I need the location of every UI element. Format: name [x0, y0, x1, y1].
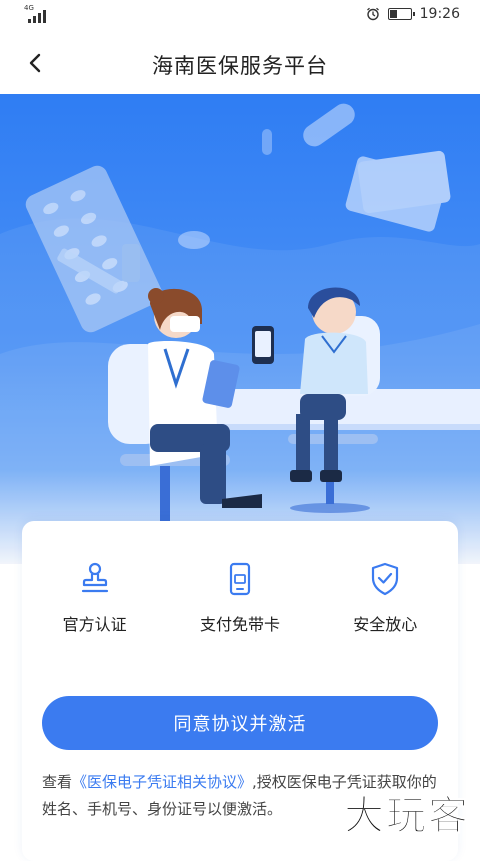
feature-secure: 安全放心: [325, 561, 445, 635]
clock-time: 19:26: [419, 6, 460, 22]
phone-card-icon: [229, 562, 251, 596]
hero-illustration: [0, 103, 480, 564]
agree-activate-button[interactable]: 同意协议并激活: [42, 696, 438, 750]
status-bar: 4G 19:26: [0, 0, 480, 32]
battery-icon: [387, 8, 415, 20]
cards-icon: [345, 150, 451, 232]
nav-bar: 海南医保服务平台: [0, 32, 480, 94]
stamp-icon: [81, 562, 108, 593]
signal-icon: [28, 10, 46, 23]
feature-official: 官方认证: [35, 561, 155, 635]
feature-list: 官方认证 支付免带卡 安全放心: [22, 561, 458, 635]
agreement-link[interactable]: 《医保电子凭证相关协议》: [72, 773, 252, 791]
status-right: 19:26: [366, 6, 460, 22]
hero-banner: [0, 94, 480, 564]
feature-cardless: 支付免带卡: [180, 561, 300, 635]
capsule-icon: [303, 103, 355, 147]
page-title: 海南医保服务平台: [152, 54, 328, 78]
feature-label: 支付免带卡: [199, 615, 280, 634]
watermark-logo: 大玩客: [344, 793, 470, 840]
agreement-prefix: 查看: [42, 773, 73, 791]
shield-check-icon: [372, 562, 399, 596]
feature-label: 官方认证: [62, 615, 127, 634]
feature-label: 安全放心: [353, 615, 418, 634]
alarm-icon: [366, 7, 379, 21]
